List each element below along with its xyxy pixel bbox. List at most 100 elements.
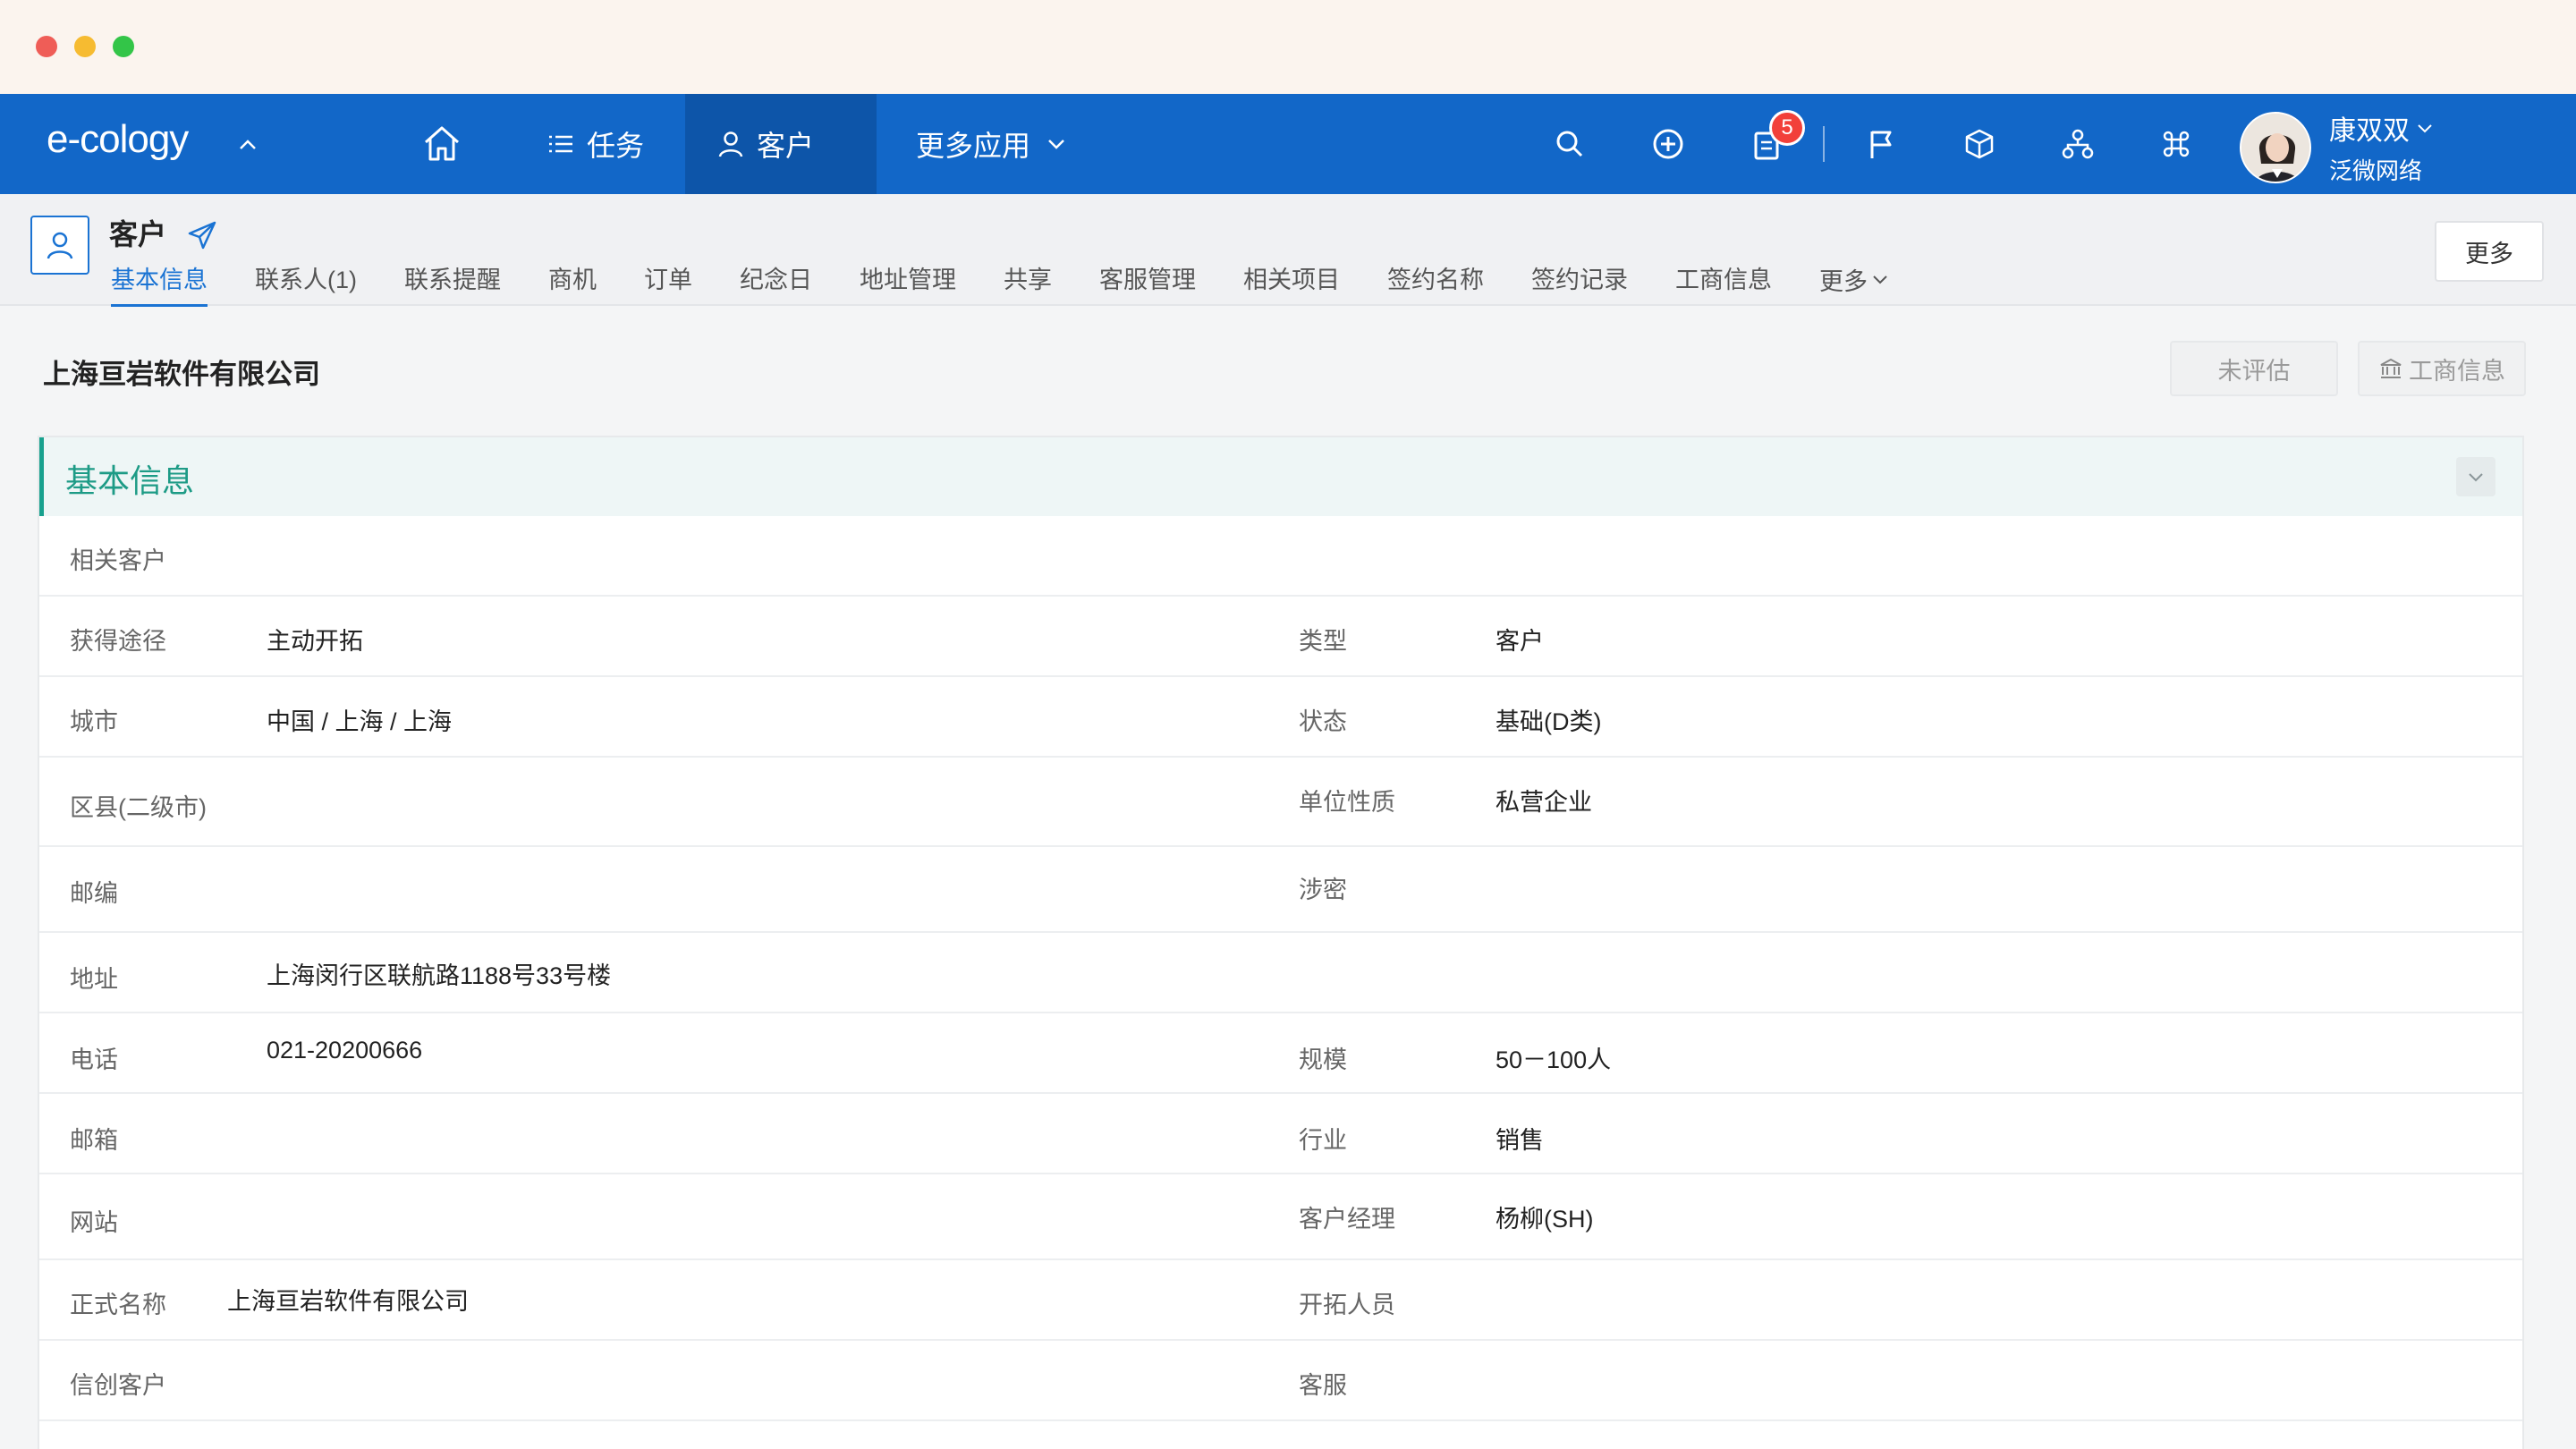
nav-customers[interactable]: 客户 [685, 94, 877, 194]
app-window: e-cology 任务 客户 更多应用 5 康双双 泛微网络 客户 基本信息 联… [0, 0, 2576, 1449]
notifications-button[interactable]: 5 [1717, 94, 1816, 194]
field-label-service: 客服 [1299, 1372, 1347, 1399]
user-icon [47, 232, 73, 259]
add-button[interactable] [1619, 94, 1717, 194]
field-value-industry[interactable]: 销售 [1496, 1121, 1544, 1156]
notification-badge: 5 [1769, 110, 1805, 146]
list-icon [549, 135, 572, 153]
flag-icon [1870, 131, 1892, 158]
close-window-button[interactable] [36, 36, 57, 57]
chevron-down-icon [1048, 140, 1064, 149]
field-value-manager[interactable]: 杨柳(SH) [1496, 1199, 1594, 1234]
collapse-button[interactable] [2456, 457, 2496, 496]
nav-icon-bar: 5 [1521, 94, 2225, 194]
field-label-unit-nature: 单位性质 [1299, 789, 1395, 816]
cube-button[interactable] [1930, 94, 2029, 194]
more-actions-button[interactable]: 更多 [2435, 221, 2544, 282]
chevron-down-icon [1873, 275, 1887, 284]
field-row: 城市 中国 / 上海 / 上海 状态 基础(D类) [39, 677, 2522, 758]
field-label-industry: 行业 [1299, 1127, 1347, 1154]
field-label-phone: 电话 [70, 1046, 118, 1073]
tab-sharing[interactable]: 共享 [1004, 260, 1052, 307]
home-icon[interactable] [419, 121, 465, 167]
company-name: 上海亘岩软件有限公司 [43, 359, 320, 390]
field-value-unit-nature[interactable]: 私营企业 [1496, 783, 1592, 818]
section-header: 基本信息 [39, 437, 2522, 516]
nav-more-apps-label: 更多应用 [916, 130, 1031, 162]
flag-button[interactable] [1832, 94, 1930, 194]
command-icon [2163, 131, 2190, 157]
tab-business-info[interactable]: 工商信息 [1675, 260, 1772, 307]
field-value-type[interactable]: 客户 [1496, 622, 1544, 657]
tab-opportunities[interactable]: 商机 [548, 260, 597, 307]
field-label-scale: 规模 [1299, 1046, 1347, 1073]
field-label-address: 地址 [70, 966, 118, 993]
field-value-scale[interactable]: 50－100人 [1496, 1040, 1611, 1075]
window-controls [36, 36, 134, 57]
user-info: 康双双 泛微网络 [2329, 108, 2435, 186]
chevron-down-icon [2469, 473, 2483, 482]
field-label-email: 邮箱 [70, 1127, 118, 1154]
field-label-related-customer: 相关客户 [70, 547, 166, 574]
field-row: 正式名称 上海亘岩软件有限公司 开拓人员 [39, 1260, 2522, 1341]
field-value-phone[interactable]: 021-20200666 [267, 1037, 422, 1064]
nav-tasks[interactable]: 任务 [515, 94, 674, 194]
business-info-button[interactable]: 工商信息 [2358, 341, 2526, 396]
field-label-city: 城市 [70, 708, 118, 735]
field-row: 网站 客户经理 杨柳(SH) [39, 1174, 2522, 1260]
avatar[interactable] [2240, 111, 2311, 183]
plus-circle-icon [1653, 129, 1683, 159]
customer-object-icon [30, 216, 89, 275]
chevron-down-icon [2418, 124, 2432, 133]
minimize-window-button[interactable] [74, 36, 96, 57]
field-value-official-name[interactable]: 上海亘岩软件有限公司 [227, 1282, 469, 1317]
app-logo[interactable]: e-cology [47, 117, 189, 162]
tab-address-management[interactable]: 地址管理 [860, 260, 956, 307]
tab-more[interactable]: 更多 [1819, 260, 1891, 307]
field-row: 电话 021-20200666 规模 50－100人 [39, 1013, 2522, 1094]
tab-contract-names[interactable]: 签约名称 [1387, 260, 1484, 307]
user-icon [718, 131, 743, 157]
command-button[interactable] [2127, 94, 2225, 194]
title-bar [0, 0, 2576, 94]
tab-orders[interactable]: 订单 [644, 260, 692, 307]
field-value-address[interactable]: 上海闵行区联航路1188号33号楼 [267, 956, 611, 991]
field-label-developer: 开拓人员 [1299, 1292, 1395, 1318]
tab-contact-reminders[interactable]: 联系提醒 [404, 260, 501, 307]
send-icon[interactable] [186, 219, 218, 251]
field-label-xinchuang: 信创客户 [70, 1372, 166, 1399]
field-label-district: 区县(二级市) [70, 794, 207, 821]
user-menu[interactable]: 康双双 泛微网络 [2240, 108, 2435, 186]
field-value-city[interactable]: 中国 / 上海 / 上海 [267, 702, 452, 737]
field-label-website: 网站 [70, 1209, 118, 1236]
section-title: 基本信息 [65, 462, 195, 499]
field-row: 相关客户 [39, 516, 2522, 597]
nav-tasks-label: 任务 [587, 130, 645, 162]
nav-customers-label: 客户 [757, 130, 815, 162]
tab-more-label: 更多 [1819, 267, 1868, 295]
tab-basic-info[interactable]: 基本信息 [111, 260, 208, 307]
field-row: 获得途径 主动开拓 类型 客户 [39, 597, 2522, 677]
field-row: 信创客户 客服 [39, 1341, 2522, 1421]
unrated-button[interactable]: 未评估 [2170, 341, 2338, 396]
object-header: 客户 基本信息 联系人(1) 联系提醒 商机 订单 纪念日 地址管理 共享 客服… [0, 194, 2576, 307]
nav-more-apps[interactable]: 更多应用 [886, 94, 1102, 194]
tab-contract-records[interactable]: 签约记录 [1531, 260, 1628, 307]
field-row: 邮箱 行业 销售 [39, 1094, 2522, 1174]
field-value-status[interactable]: 基础(D类) [1496, 702, 1601, 737]
search-icon [1556, 131, 1583, 157]
tab-customer-service[interactable]: 客服管理 [1099, 260, 1196, 307]
chevron-up-icon[interactable] [234, 131, 261, 158]
bank-icon [2380, 358, 2402, 378]
field-value-source[interactable]: 主动开拓 [267, 622, 363, 657]
search-button[interactable] [1521, 94, 1619, 194]
tab-related-projects[interactable]: 相关项目 [1243, 260, 1340, 307]
business-info-label: 工商信息 [2409, 357, 2505, 385]
org-chart-button[interactable] [2029, 94, 2127, 194]
field-label-official-name: 正式名称 [70, 1292, 166, 1318]
top-navigation: e-cology 任务 客户 更多应用 5 康双双 泛微网络 [0, 94, 2576, 194]
maximize-window-button[interactable] [113, 36, 134, 57]
avatar-image [2241, 113, 2309, 182]
tab-anniversaries[interactable]: 纪念日 [740, 260, 812, 307]
tab-contacts[interactable]: 联系人(1) [255, 260, 357, 307]
